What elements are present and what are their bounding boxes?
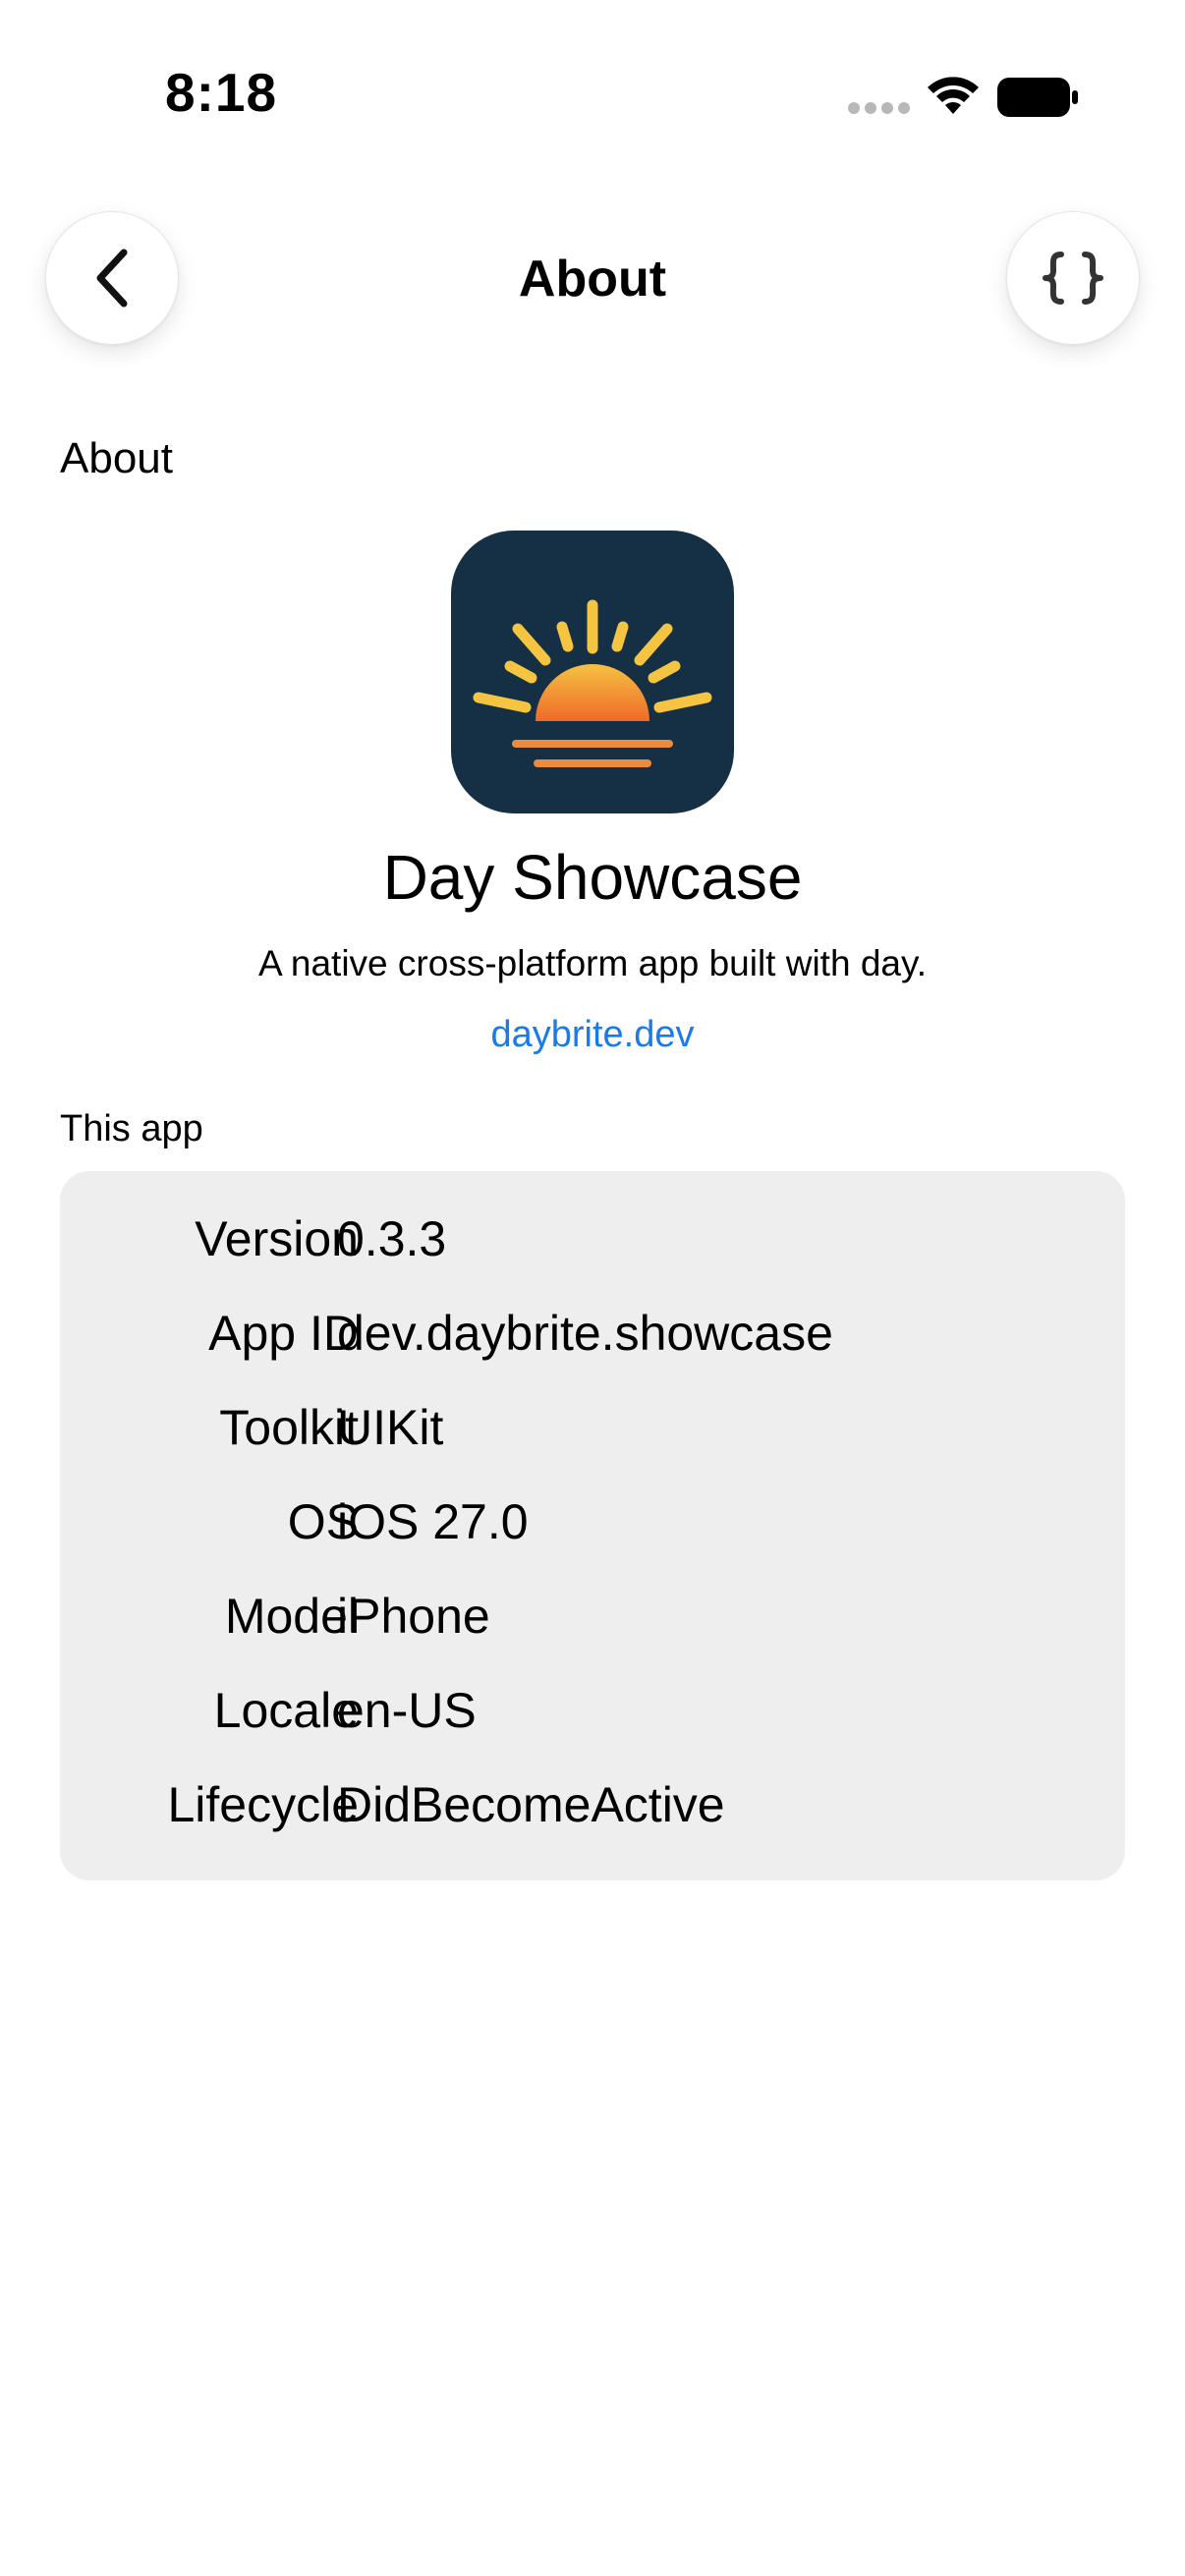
info-value: 0.3.3 xyxy=(337,1211,447,1266)
info-value: iPhone xyxy=(337,1589,490,1644)
info-label: Version xyxy=(195,1211,359,1266)
app-name: Day Showcase xyxy=(382,842,803,913)
app-tagline: A native cross-platform app built with d… xyxy=(257,943,928,983)
info-section-header: This app xyxy=(60,1108,203,1149)
app-info-card: Version 0.3.3 App ID dev.daybrite.showca… xyxy=(60,1171,1125,1880)
info-value: UIKit xyxy=(337,1400,444,1455)
info-row-app-id: App ID dev.daybrite.showcase xyxy=(60,1305,1125,1383)
info-row-toolkit: Toolkit UIKit xyxy=(60,1399,1125,1478)
info-value: iOS 27.0 xyxy=(337,1494,529,1549)
curly-braces-icon xyxy=(1043,252,1103,305)
info-row-lifecycle: Lifecycle DidBecomeActive xyxy=(60,1776,1125,1855)
website-link[interactable]: daybrite.dev xyxy=(0,1014,1185,1056)
wifi-icon xyxy=(928,77,979,114)
info-label: Lifecycle xyxy=(167,1777,359,1832)
info-row-locale: Locale en-US xyxy=(60,1682,1125,1761)
info-row-os: OS iOS 27.0 xyxy=(60,1493,1125,1572)
info-value: dev.daybrite.showcase xyxy=(337,1306,833,1361)
cellular-signal-icon xyxy=(848,102,910,114)
info-value: en-US xyxy=(337,1683,477,1738)
source-code-button[interactable] xyxy=(1006,211,1140,345)
info-row-model: Model iPhone xyxy=(60,1588,1125,1666)
sunrise-app-icon xyxy=(451,531,734,813)
info-row-version: Version 0.3.3 xyxy=(60,1210,1125,1289)
section-title: About xyxy=(60,434,173,482)
battery-icon xyxy=(997,78,1078,117)
info-value: DidBecomeActive xyxy=(337,1777,725,1832)
status-time: 8:18 xyxy=(165,62,278,123)
